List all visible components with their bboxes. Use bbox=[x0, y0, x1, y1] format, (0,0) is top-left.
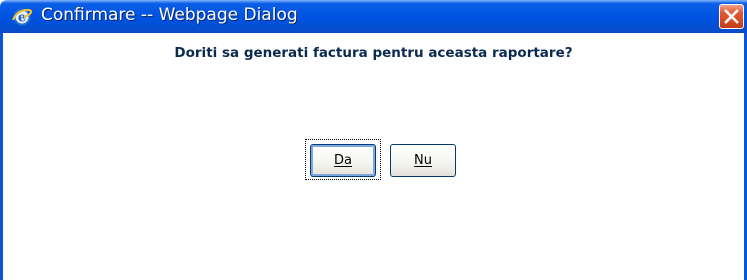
title-bar[interactable]: e Confirmare -- Webpage Dialog bbox=[0, 0, 747, 33]
close-icon bbox=[724, 9, 739, 24]
no-button-label: Nu bbox=[414, 153, 432, 168]
yes-button[interactable]: Da bbox=[310, 144, 376, 177]
close-button[interactable] bbox=[719, 4, 744, 29]
internet-explorer-icon: e bbox=[11, 7, 33, 27]
window-title: Confirmare -- Webpage Dialog bbox=[41, 5, 298, 25]
confirmation-question: Doriti sa generati factura pentru aceast… bbox=[174, 45, 573, 61]
yes-button-label: Da bbox=[334, 153, 352, 168]
no-button[interactable]: Nu bbox=[390, 144, 456, 177]
title-bar-highlight bbox=[0, 0, 747, 3]
dialog-window: e Confirmare -- Webpage Dialog Doriti sa… bbox=[0, 0, 747, 280]
